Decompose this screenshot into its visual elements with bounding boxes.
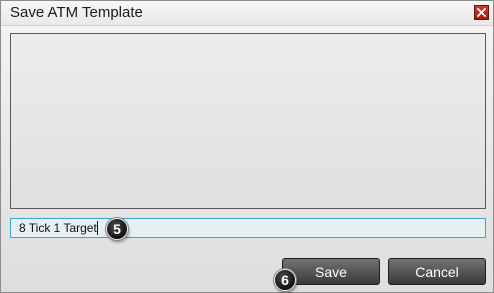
template-list[interactable]	[10, 33, 486, 209]
save-atm-template-dialog: Save ATM Template 5 Save Cancel 6	[0, 0, 494, 293]
close-button[interactable]	[474, 5, 489, 20]
text-caret	[97, 221, 98, 235]
cancel-button[interactable]: Cancel	[388, 258, 486, 285]
dialog-title: Save ATM Template	[10, 4, 143, 21]
template-name-input[interactable]	[10, 218, 486, 238]
step-marker-6: 6	[274, 269, 296, 291]
close-icon	[477, 8, 486, 17]
save-button[interactable]: Save	[282, 258, 380, 285]
step-marker-5: 5	[106, 218, 128, 240]
title-bar: Save ATM Template	[1, 1, 493, 26]
